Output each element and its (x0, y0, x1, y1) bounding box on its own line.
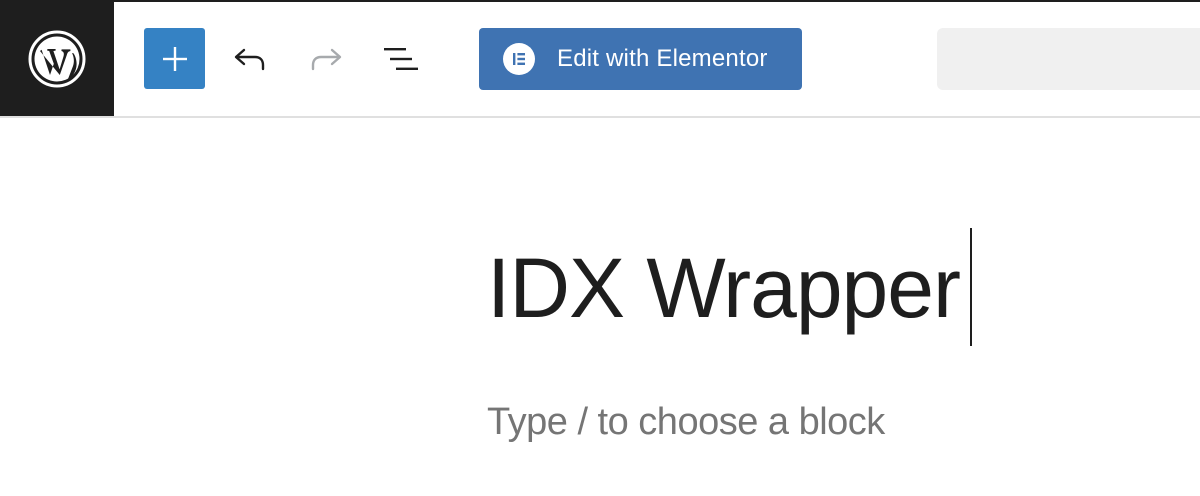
elementor-icon (503, 43, 535, 75)
command-search-field[interactable] (937, 28, 1200, 90)
default-block-appender[interactable]: Type / to choose a block (487, 392, 885, 452)
list-view-icon (383, 47, 418, 70)
undo-arrow-icon (234, 48, 264, 70)
editor-header-toolbar: Edit with Elementor (0, 2, 1200, 118)
edit-with-elementor-label: Edit with Elementor (557, 45, 768, 72)
wordpress-logo-icon (28, 30, 86, 88)
wordpress-logo-button[interactable] (0, 2, 114, 116)
undo-button[interactable] (219, 28, 280, 89)
post-title-input[interactable]: IDX Wrapper (487, 228, 961, 348)
editor-canvas: IDX Wrapper Type / to choose a block (0, 118, 1200, 496)
block-inserter-button[interactable] (144, 28, 205, 89)
list-view-button[interactable] (370, 28, 431, 89)
block-editor-window: Edit with Elementor IDX Wrapper Type / t… (0, 0, 1200, 496)
text-cursor (970, 228, 972, 346)
plus-icon (162, 46, 187, 71)
edit-with-elementor-button[interactable]: Edit with Elementor (479, 28, 802, 90)
redo-button[interactable] (295, 28, 356, 89)
redo-arrow-icon (311, 48, 341, 70)
